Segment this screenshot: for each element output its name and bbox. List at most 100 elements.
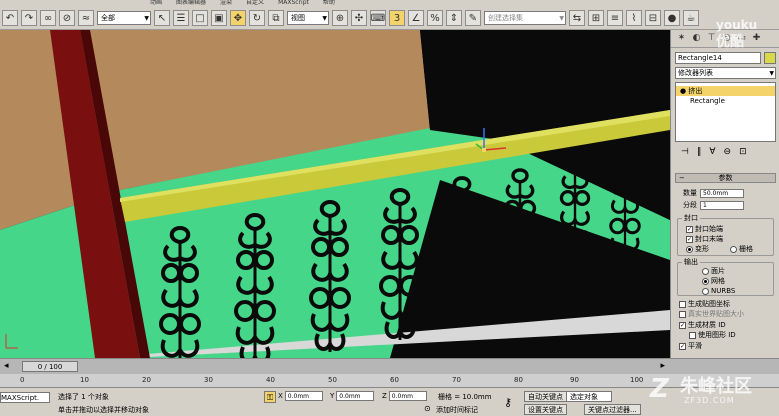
tick-label: 50 xyxy=(328,376,337,384)
manipulate-icon[interactable]: ✣ xyxy=(351,10,367,26)
time-tag-icon[interactable]: ⊙ xyxy=(424,404,431,413)
tick-label: 20 xyxy=(142,376,151,384)
unlink-icon[interactable]: ⊘ xyxy=(59,10,75,26)
gen-mat-id-checkbox[interactable]: ✓ 生成材质 ID xyxy=(679,321,726,330)
add-time-tag[interactable]: 添加时间标记 xyxy=(436,405,478,415)
percent-snap-icon[interactable]: % xyxy=(427,10,443,26)
menu-graph-editors[interactable]: 图表编辑器 xyxy=(176,0,206,7)
patch-radio[interactable]: 面片 xyxy=(702,267,725,276)
align-icon[interactable]: ⊞ xyxy=(588,10,604,26)
youku-latin: youku xyxy=(716,18,758,32)
modifier-list-dropdown[interactable]: 修改器列表 ▼ xyxy=(675,67,776,79)
smooth-checkbox[interactable]: ✓ 平滑 xyxy=(679,342,702,351)
schematic-view-icon[interactable]: ⊟ xyxy=(645,10,661,26)
capping-group: 封口 ✓ 封口始端 ✓ 封口末端 变形 栅格 xyxy=(677,213,774,256)
real-world-map-checkbox[interactable]: 真实世界贴图大小 xyxy=(679,310,744,319)
selection-filter-dropdown[interactable]: 全部 ▼ xyxy=(97,11,151,25)
gen-map-coords-checkbox[interactable]: 生成贴图坐标 xyxy=(679,300,730,309)
output-group: 输出 面片 网格 NURBS xyxy=(677,257,774,296)
menu-rendering[interactable]: 渲染 xyxy=(220,0,232,7)
select-by-name-icon[interactable]: ☰ xyxy=(173,10,189,26)
time-slider-track[interactable]: 0 / 100 ◂ ▸ xyxy=(0,358,779,374)
z-spinner[interactable]: 0.0mm xyxy=(388,391,427,401)
cap-end-checkbox[interactable]: ✓ 封口末端 xyxy=(686,235,723,244)
render-setup-icon[interactable]: ☕ xyxy=(683,10,699,26)
prev-frame-icon[interactable]: ◂ xyxy=(4,361,9,371)
menu-animation[interactable]: 动画 xyxy=(150,0,162,7)
window-crossing-icon[interactable]: ▣ xyxy=(211,10,227,26)
tick-label: 100 xyxy=(630,376,644,384)
nurbs-radio[interactable]: NURBS xyxy=(702,287,735,296)
grid-size: 栅格 = 10.0mm xyxy=(438,393,492,401)
auto-key-button[interactable]: 自动关键点 xyxy=(524,391,567,402)
select-move-icon[interactable]: ✥ xyxy=(230,10,246,26)
pin-stack-icon[interactable]: ⊣ xyxy=(681,145,689,159)
patch-label: 面片 xyxy=(711,267,725,275)
menu-customize[interactable]: 自定义 xyxy=(246,0,264,7)
ref-coord-dropdown[interactable]: 视图 ▼ xyxy=(287,11,329,25)
spinner-snap-icon[interactable]: ⇕ xyxy=(446,10,462,26)
perspective-viewport[interactable] xyxy=(0,30,670,358)
key-mode-dropdown[interactable]: 选定对象 xyxy=(566,391,612,402)
remove-modifier-icon[interactable]: ⊖ xyxy=(724,145,732,159)
use-shape-ids-label: 使用图形 ID xyxy=(698,331,736,339)
stack-item-rectangle[interactable]: Rectangle xyxy=(676,96,775,106)
radio-off-icon xyxy=(702,268,709,275)
morph-radio[interactable]: 变形 xyxy=(686,245,709,254)
next-frame-icon[interactable]: ▸ xyxy=(660,361,665,371)
parameters-rollout[interactable]: − 参数 xyxy=(675,173,776,183)
chevron-down-icon: ▼ xyxy=(144,15,149,22)
object-name-field[interactable]: Rectangle14 xyxy=(675,52,761,64)
create-tab-icon[interactable]: ✶ xyxy=(675,32,688,45)
key-icon[interactable]: ⚷ xyxy=(504,396,512,409)
tick-label: 70 xyxy=(452,376,461,384)
show-end-result-icon[interactable]: ‖ xyxy=(697,145,702,159)
configure-sets-icon[interactable]: ⊡ xyxy=(739,145,747,159)
key-filters-button[interactable]: 关键点过滤器... xyxy=(584,404,641,415)
mirror-icon[interactable]: ⇆ xyxy=(569,10,585,26)
smooth-label: 平滑 xyxy=(688,342,702,350)
named-selection-dropdown[interactable]: 创建选择集 ▼ xyxy=(484,11,566,25)
select-rotate-icon[interactable]: ↻ xyxy=(249,10,265,26)
menu-maxscript[interactable]: MAXScript xyxy=(278,0,309,7)
menu-help[interactable]: 帮助 xyxy=(323,0,335,7)
link-icon[interactable]: ∞ xyxy=(40,10,56,26)
pivot-center-icon[interactable]: ⊕ xyxy=(332,10,348,26)
redo-icon[interactable]: ↷ xyxy=(21,10,37,26)
layer-manager-icon[interactable]: ≡ xyxy=(607,10,623,26)
maxscript-listener[interactable]: MAXScript. xyxy=(0,392,50,403)
bind-space-warp-icon[interactable]: ≈ xyxy=(78,10,94,26)
set-key-button[interactable]: 设置关键点 xyxy=(524,404,567,415)
tick-label: 90 xyxy=(570,376,579,384)
gen-map-coords-label: 生成贴图坐标 xyxy=(688,300,730,308)
checkbox-checked-icon: ✓ xyxy=(686,226,693,233)
material-editor-icon[interactable]: ● xyxy=(664,10,680,26)
select-scale-icon[interactable]: ⧉ xyxy=(268,10,284,26)
select-icon[interactable]: ↖ xyxy=(154,10,170,26)
segments-spinner[interactable]: 1 xyxy=(700,200,744,210)
make-unique-icon[interactable]: ∀ xyxy=(709,145,715,159)
keyboard-shortcut-icon[interactable]: ⌨ xyxy=(370,10,386,26)
stack-toolbar: ⊣ ‖ ∀ ⊖ ⊡ xyxy=(675,145,776,159)
modify-tab-icon[interactable]: ◐ xyxy=(690,32,703,45)
curve-editor-icon[interactable]: ⌇ xyxy=(626,10,642,26)
edit-named-selection-icon[interactable]: ✎ xyxy=(465,10,481,26)
object-color-swatch[interactable] xyxy=(764,52,776,64)
chevron-down-icon: ▼ xyxy=(559,15,564,22)
cap-end-label: 封口末端 xyxy=(695,235,723,243)
grid-radio[interactable]: 栅格 xyxy=(730,245,753,254)
lock-selection-icon[interactable]: ⚿ xyxy=(264,391,276,403)
amount-spinner[interactable]: 50.0mm xyxy=(700,188,744,198)
angle-snap-icon[interactable]: ∠ xyxy=(408,10,424,26)
mesh-radio[interactable]: 网格 xyxy=(702,277,725,286)
stack-item-extrude[interactable]: ● 挤出 xyxy=(676,86,775,96)
use-shape-ids-checkbox[interactable]: 使用图形 ID xyxy=(689,331,736,340)
undo-icon[interactable]: ↶ xyxy=(2,10,18,26)
snap-3d-icon[interactable]: 3 xyxy=(389,10,405,26)
command-panel: ✶ ◐ ⊤ ◎ ▭ ✚ Rectangle14 修改器列表 ▼ ● 挤出 Rect… xyxy=(670,30,779,358)
time-slider[interactable]: 0 / 100 xyxy=(22,361,78,372)
x-spinner[interactable]: 0.0mm xyxy=(284,391,323,401)
y-spinner[interactable]: 0.0mm xyxy=(336,391,375,401)
rect-region-icon[interactable]: □ xyxy=(192,10,208,26)
cap-start-checkbox[interactable]: ✓ 封口始端 xyxy=(686,225,723,234)
